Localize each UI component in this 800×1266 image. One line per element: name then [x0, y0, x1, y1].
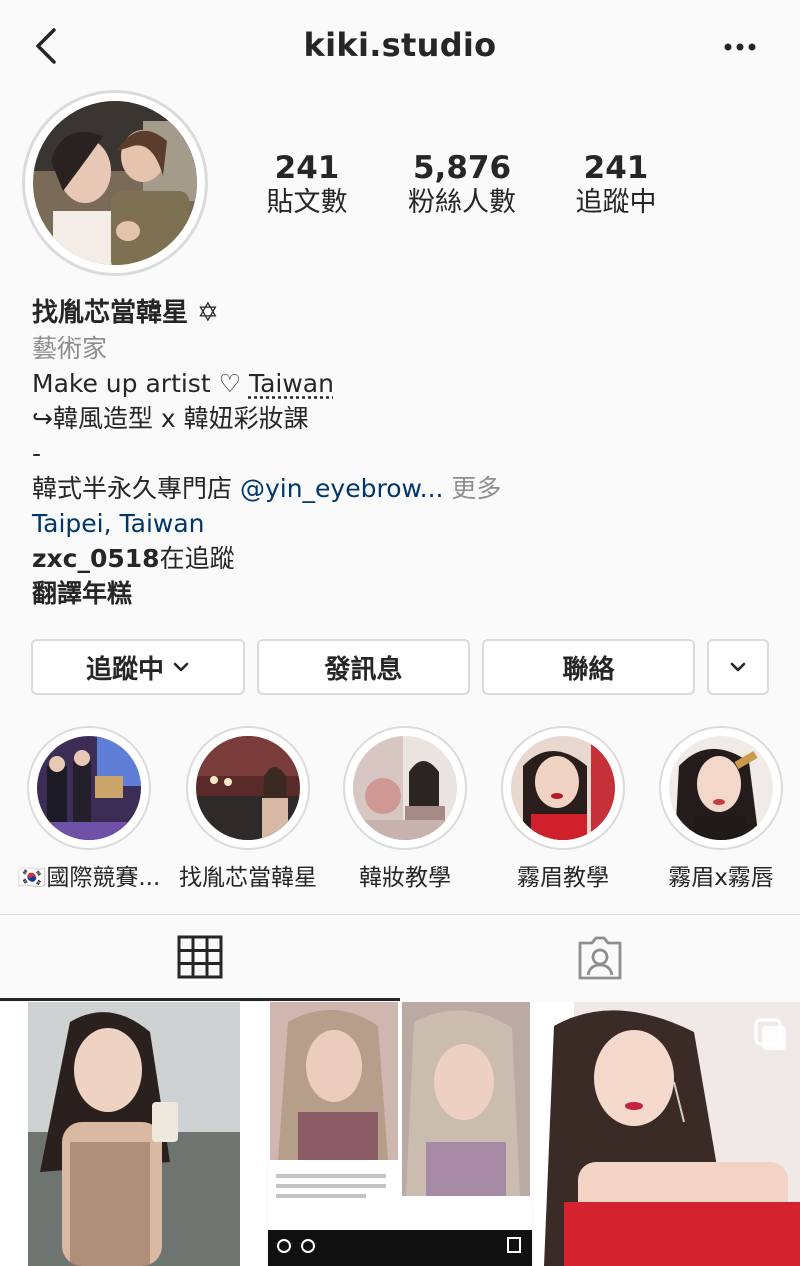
following-count: 241 — [583, 150, 649, 186]
message-button-label: 發訊息 — [324, 654, 403, 685]
bio-line-3: - — [32, 439, 42, 468]
post-thumbnail[interactable] — [268, 1002, 532, 1266]
highlight-label: 霧眉x霧唇 — [668, 865, 774, 891]
category-label: 藝術家 — [32, 334, 108, 363]
highlight-5[interactable]: 霧眉x霧唇 — [646, 726, 796, 892]
followed-by-user[interactable]: zxc_0518 — [32, 544, 160, 573]
stat-posts[interactable]: 241 貼文數 — [222, 150, 392, 220]
display-name: 找胤芯當韓星 ✡ — [32, 298, 219, 328]
highlight-cover — [353, 736, 457, 840]
avatar-photo — [33, 101, 197, 265]
contact-button-label: 聯絡 — [562, 654, 615, 685]
posts-label: 貼文數 — [266, 187, 348, 218]
bio-hashtag-taiwan[interactable]: Taiwan — [249, 369, 334, 398]
following-button[interactable]: 追蹤中 — [31, 639, 245, 695]
more-link[interactable]: 更多 — [443, 474, 501, 503]
highlight-cover — [37, 736, 141, 840]
post-thumbnail[interactable] — [534, 1002, 800, 1266]
mention-link[interactable]: @yin_eyebrow... — [240, 474, 444, 503]
stat-followers[interactable]: 5,876 粉絲人數 — [377, 150, 547, 220]
chevron-down-icon — [173, 662, 189, 672]
suggested-accounts-button[interactable] — [707, 639, 769, 695]
followed-by[interactable]: zxc_0518在追蹤 — [32, 541, 772, 576]
message-button[interactable]: 發訊息 — [257, 639, 470, 695]
bio-text: Make up artist ♡ — [32, 369, 249, 398]
translate-link[interactable]: 翻譯年糕 — [32, 576, 772, 611]
following-label: 追蹤中 — [575, 187, 657, 218]
bio-text: 韓式半永久專門店 — [32, 474, 240, 503]
highlight-1[interactable]: 🇰🇷國際競賽... — [14, 726, 164, 892]
tab-grid[interactable] — [0, 915, 400, 1001]
more-options-icon[interactable] — [720, 30, 760, 64]
highlight-label: 霧眉教學 — [517, 865, 609, 891]
profile-username: kiki.studio — [303, 26, 497, 64]
highlight-3[interactable]: 韓妝教學 — [330, 726, 480, 892]
profile-bio: 找胤芯當韓星 ✡ 藝術家 Make up artist ♡ Taiwan ↪韓風… — [32, 296, 772, 611]
post-grid — [0, 1002, 800, 1266]
post-thumbnail[interactable] — [0, 1002, 266, 1266]
posts-count: 241 — [274, 150, 340, 186]
profile-tabs — [0, 914, 800, 1001]
tab-tagged[interactable] — [400, 915, 800, 1001]
bio-line-1: Make up artist ♡ Taiwan — [32, 366, 772, 401]
highlight-cover — [511, 736, 615, 840]
contact-button[interactable]: 聯絡 — [482, 639, 695, 695]
highlight-2[interactable]: 找胤芯當韓星 — [173, 726, 323, 892]
followed-by-suffix: 在追蹤 — [159, 544, 235, 573]
chevron-down-icon — [730, 662, 746, 672]
highlight-4[interactable]: 霧眉教學 — [488, 726, 638, 892]
tagged-icon — [578, 936, 622, 980]
bio-line-2: ↪韓風造型 x 韓妞彩妝課 — [32, 404, 309, 433]
highlight-label: 韓妝教學 — [359, 865, 451, 891]
highlight-label: 找胤芯當韓星 — [179, 865, 317, 891]
followers-count: 5,876 — [412, 150, 512, 186]
highlight-label: 🇰🇷國際競賽... — [17, 865, 161, 891]
bio-line-4: 韓式半永久專門店 @yin_eyebrow... 更多 — [32, 471, 772, 506]
highlight-cover — [669, 736, 773, 840]
stat-following[interactable]: 241 追蹤中 — [531, 150, 701, 220]
profile-avatar[interactable] — [22, 90, 208, 276]
grid-icon — [177, 935, 223, 978]
top-bar: kiki.studio — [0, 0, 800, 96]
following-button-label: 追蹤中 — [85, 654, 164, 685]
location-link[interactable]: Taipei, Taiwan — [32, 506, 772, 541]
highlight-cover — [196, 736, 300, 840]
followers-label: 粉絲人數 — [408, 187, 516, 218]
